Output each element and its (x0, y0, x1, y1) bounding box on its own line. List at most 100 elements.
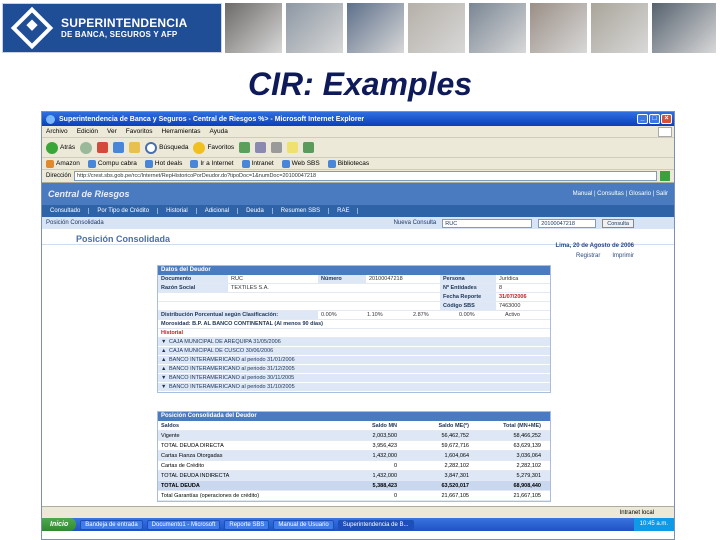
back-arrow-icon (46, 141, 58, 154)
menu-item-archivo[interactable]: Archivo (46, 128, 68, 135)
register-button[interactable]: Registrar (576, 253, 600, 259)
nav-item[interactable]: Resumen SBS (273, 208, 330, 214)
panel-header: Posición Consolidada del Deudor (158, 412, 550, 421)
window-titlebar: Superintendencia de Banca y Seguros - Ce… (42, 112, 674, 126)
history-item[interactable]: ▼ BANCO INTERAMERICANO al periodo 31/10/2… (158, 383, 550, 392)
menu-item-favoritos[interactable]: Favoritos (126, 128, 153, 135)
minimize-button[interactable]: _ (637, 114, 648, 124)
link-icon (46, 159, 54, 168)
menu-item-herramientas[interactable]: Herramientas (162, 128, 201, 135)
table-row: Vigente 2,003,500 56,462,752 58,466,252 (158, 431, 550, 441)
link-icon (87, 159, 96, 168)
link-item[interactable]: Amazon (46, 159, 80, 168)
history-item[interactable]: ▲ BANCO INTERAMERICANO al periodo 31/01/2… (158, 356, 550, 365)
home-icon[interactable] (129, 142, 141, 153)
back-button[interactable]: Atrás (46, 141, 75, 154)
menu-item-ver[interactable]: Ver (107, 128, 117, 135)
nav-item[interactable]: Por Tipo de Crédito (89, 208, 159, 214)
panel-header: Datos del Deudor (158, 266, 550, 275)
table-row: Fecha Reporte 31/07/2006 (158, 293, 550, 302)
nav-item[interactable]: RAE (329, 208, 359, 214)
taskbar: Inicio Bandeja de entrada Documento1 - M… (42, 518, 674, 531)
forward-arrow-icon[interactable] (80, 141, 93, 154)
nav-item[interactable]: Deuda (238, 208, 273, 214)
link-item[interactable]: Intranet (241, 159, 274, 168)
status-bar: Intranet local (42, 506, 674, 518)
web-content: Central de Riesgos Manual | Consultas | … (42, 183, 674, 506)
banner-photo (408, 3, 465, 53)
search-icon (145, 141, 158, 154)
nav-item[interactable]: Adicional (197, 208, 239, 214)
distribution-row: Distribución Porcentual según Clasificac… (158, 311, 550, 320)
table-row: TOTAL DEUDA INDIRECTA 1,432,000 3,847,30… (158, 471, 550, 481)
historial-label-row: Historial (158, 329, 550, 338)
history-item[interactable]: ▲ BANCO INTERAMERICANO al periodo 31/12/2… (158, 365, 550, 374)
morosidad-row: Morosidad: B.P. AL BANCO CONTINENTAL (Al… (158, 320, 550, 329)
table-row: Documento RUC Número 20100047218 Persona… (158, 275, 550, 284)
banner-photo (347, 3, 404, 53)
app-header: Central de Riesgos Manual | Consultas | … (42, 183, 674, 205)
posicion-consolidada-panel: Posición Consolidada del Deudor Saldos S… (157, 411, 551, 502)
slide: SUPERINTENDENCIA DE BANCA, SEGUROS Y AFP… (0, 0, 720, 540)
datos-deudor-panel: Datos del Deudor Documento RUC Número 20… (157, 265, 551, 393)
history-item[interactable]: ▼ CAJA MUNICIPAL DE AREQUIPA 31/05/2006 (158, 338, 550, 347)
history-item[interactable]: ▲ CAJA MUNICIPAL DE CUSCO 30/06/2006 (158, 347, 550, 356)
menu-item-ayuda[interactable]: Ayuda (210, 128, 228, 135)
expand-arrow-icon: ▲ (161, 348, 167, 354)
link-item[interactable]: Hot deals (144, 159, 182, 168)
address-input[interactable]: http://crest.sbs.gob.pe/rcc/Internet/Rep… (74, 171, 657, 181)
refresh-icon[interactable] (113, 142, 125, 153)
taskbar-item[interactable]: Documento1 - Microsoft (146, 519, 221, 530)
clock: 10:45 a.m. (633, 518, 674, 531)
link-item[interactable]: Ir a Internet (190, 159, 234, 168)
start-button[interactable]: Inicio (42, 518, 77, 531)
nav-item[interactable]: Historial (158, 208, 197, 214)
maximize-button[interactable]: □ (649, 114, 660, 124)
document-number-input[interactable]: 20100047218 (538, 218, 597, 228)
menu-item-edicion[interactable]: Edición (77, 128, 98, 135)
edit-icon[interactable] (287, 142, 299, 153)
app-title: Central de Riesgos (48, 189, 130, 199)
banner: SUPERINTENDENCIA DE BANCA, SEGUROS Y AFP (0, 0, 720, 56)
close-button[interactable]: × (661, 114, 672, 124)
consulta-button[interactable]: Consulta (602, 218, 634, 228)
link-item[interactable]: Bibliotecas (327, 159, 369, 168)
banner-photo (530, 3, 587, 53)
favorites-button[interactable]: Favoritos (193, 141, 234, 154)
slide-title: CIR: Examples (247, 66, 473, 102)
table-row: TOTAL DEUDA DIRECTA 3,956,423 59,672,716… (158, 441, 550, 451)
report-date: Lima, 20 de Agosto de 2006 (555, 243, 634, 249)
taskbar-item[interactable]: Superintendencia de B... (337, 519, 414, 530)
taskbar-item[interactable]: Bandeja de entrada (80, 519, 143, 530)
expand-arrow-icon: ▲ (161, 357, 167, 363)
go-arrow-icon[interactable] (660, 171, 670, 181)
ie-icon (46, 114, 55, 124)
print-icon[interactable] (271, 142, 283, 153)
top-links[interactable]: Manual | Consultas | Glosario | Salir (573, 190, 668, 198)
stop-icon[interactable] (97, 142, 109, 153)
table-row: Código SBS 7463000 (158, 302, 550, 311)
link-icon (144, 159, 153, 168)
history-item[interactable]: ▼ BANCO INTERAMERICANO al periodo 30/11/2… (158, 374, 550, 383)
nueva-consulta-label: Nueva Consulta (393, 220, 437, 226)
history-icon[interactable] (239, 142, 251, 153)
search-button[interactable]: Búsqueda (145, 141, 188, 154)
expand-arrow-icon: ▼ (161, 339, 167, 345)
link-item[interactable]: Compu cabra (87, 159, 137, 168)
taskbar-item[interactable]: Manual de Usuario (273, 519, 334, 530)
browser-screenshot: Superintendencia de Banca y Seguros - Ce… (41, 111, 675, 540)
print-button[interactable]: Imprimir (612, 253, 634, 259)
star-icon (193, 141, 206, 154)
sbs-logo: SUPERINTENDENCIA DE BANCA, SEGUROS Y AFP (2, 3, 222, 53)
link-item[interactable]: Web SBS (281, 159, 320, 168)
table-row: Total Garantías (operaciones de crédito)… (158, 491, 550, 501)
sub-bar: Posición Consolidada Nueva Consulta RUC … (42, 217, 674, 229)
mail-icon[interactable] (255, 142, 267, 153)
document-type-select[interactable]: RUC (442, 218, 533, 228)
app-nav: Consultado Por Tipo de Crédito Historial… (42, 205, 674, 217)
expand-arrow-icon: ▼ (161, 384, 167, 390)
table-row: Razón Social TEXTILES S.A. Nº Entidades … (158, 284, 550, 293)
messenger-icon[interactable] (303, 142, 315, 153)
taskbar-item[interactable]: Reporte SBS (224, 519, 270, 530)
nav-item[interactable]: Consultado (42, 208, 90, 214)
